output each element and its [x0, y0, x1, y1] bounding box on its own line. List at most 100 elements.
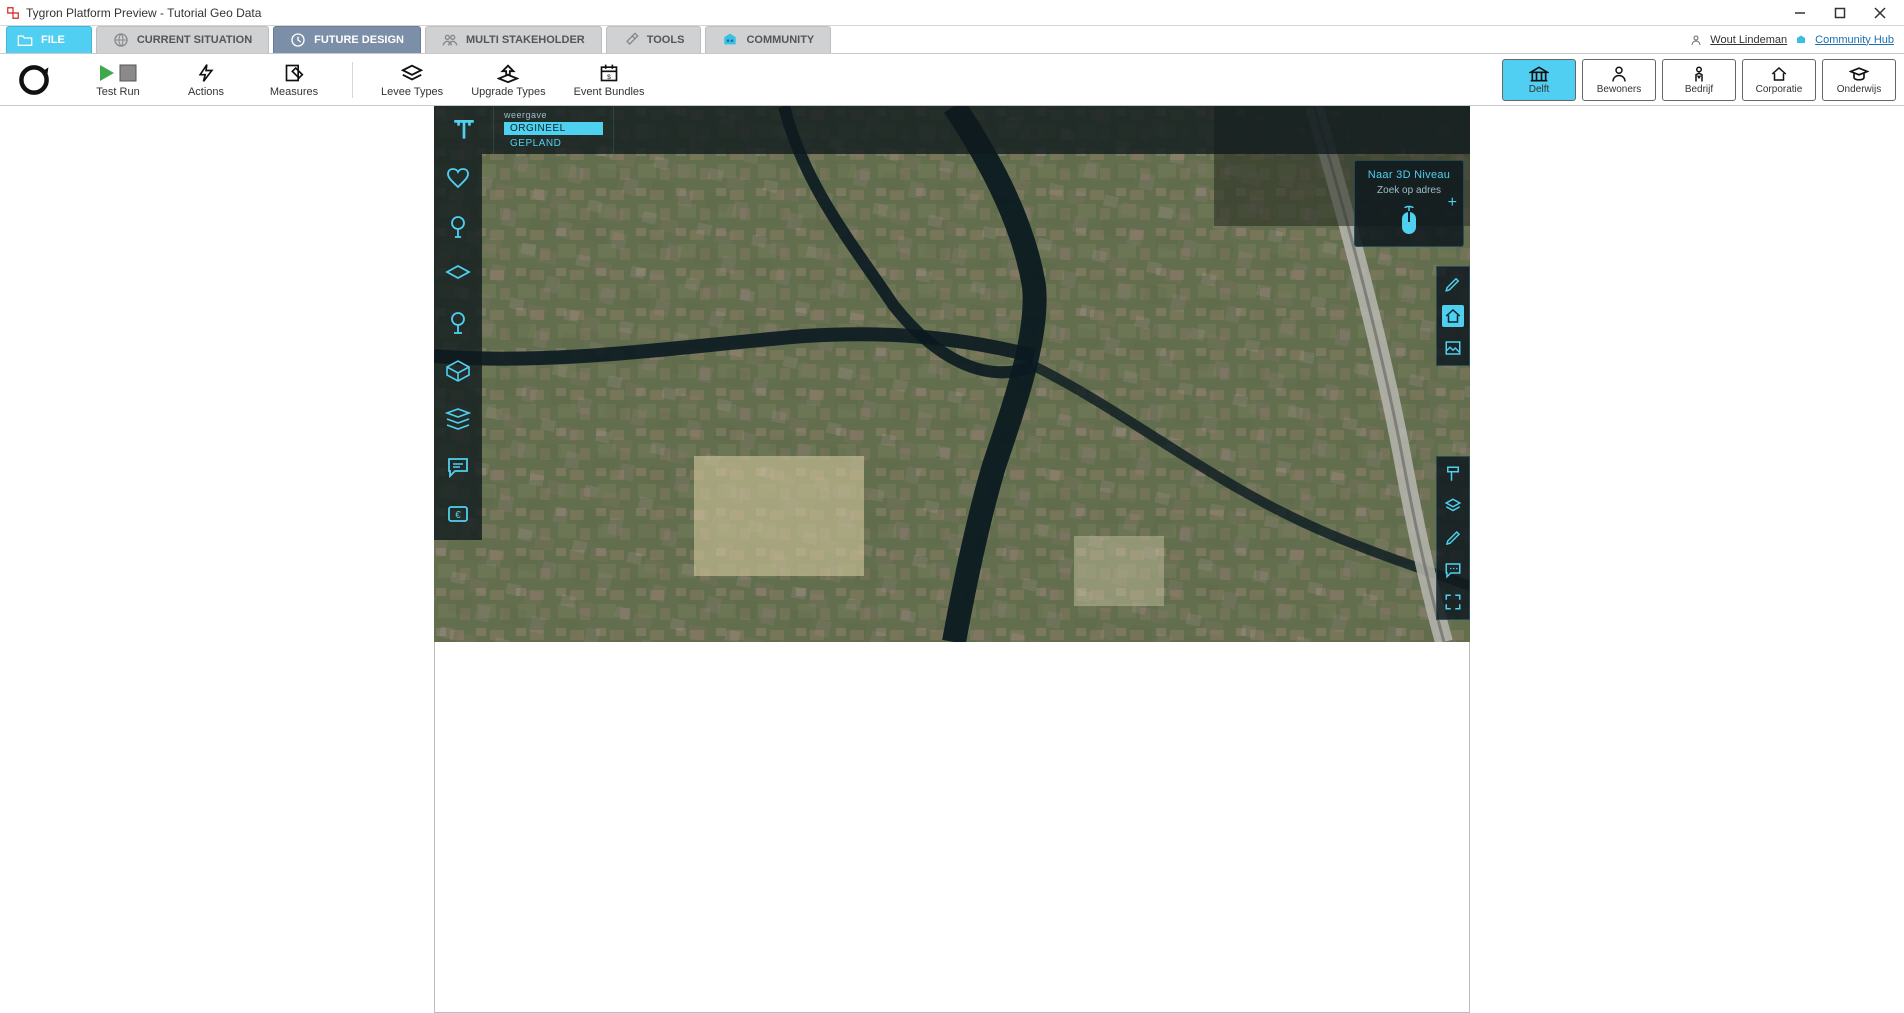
map-left-toolbar: € [434, 154, 482, 540]
heart-icon[interactable] [443, 164, 473, 194]
stakeholder-bewoners[interactable]: Bewoners [1582, 59, 1656, 101]
tab-tools[interactable]: TOOLS [606, 26, 702, 53]
leveetypes-label: Levee Types [381, 86, 443, 98]
maximize-button[interactable] [1820, 0, 1860, 26]
separator [352, 62, 353, 98]
tab-future-design[interactable]: FUTURE DESIGN [273, 26, 421, 53]
person-icon [1610, 65, 1628, 83]
stakeholder-onderwijs[interactable]: Onderwijs [1822, 59, 1896, 101]
upgradetypes-label: Upgrade Types [471, 86, 545, 98]
tab-multi-label: MULTI STAKEHOLDER [466, 34, 585, 46]
comment-tool-icon[interactable] [1442, 559, 1464, 581]
actions-label: Actions [188, 86, 224, 98]
tab-future-label: FUTURE DESIGN [314, 34, 404, 46]
satellite-map-icon [434, 106, 1470, 642]
map-view[interactable]: weergave ORGINEEL GEPLAND € [434, 106, 1470, 642]
tab-community-label: COMMUNITY [746, 34, 814, 46]
app-round-logo-icon: a [16, 62, 52, 98]
tree2-icon[interactable] [443, 308, 473, 338]
eventbundles-group[interactable]: $ Event Bundles [574, 62, 645, 98]
calendar-icon: $ [599, 62, 619, 84]
stakeholder-onderwijs-label: Onderwijs [1837, 84, 1881, 95]
user-name-link[interactable]: Wout Lindeman [1710, 34, 1787, 46]
ribbon-panel: a Test Run Actions Measures Levee Types [0, 54, 1904, 106]
view-planned-button[interactable]: GEPLAND [504, 137, 603, 150]
titlebar: Tygron Platform Preview - Tutorial Geo D… [0, 0, 1904, 26]
tab-multi-stakeholder[interactable]: MULTI STAKEHOLDER [425, 26, 602, 53]
weergave-label: weergave [504, 110, 603, 120]
plane-icon[interactable] [443, 260, 473, 290]
tab-community[interactable]: COMMUNITY [705, 26, 831, 53]
stack-icon[interactable] [443, 404, 473, 434]
workspace: weergave ORGINEEL GEPLAND € [0, 106, 1904, 1013]
svg-text:€: € [455, 510, 461, 521]
clock-icon [290, 32, 306, 48]
business-icon [1690, 65, 1708, 83]
svg-text:$: $ [607, 73, 611, 80]
upgrade-icon [497, 62, 519, 84]
measures-label: Measures [270, 86, 318, 98]
stakeholder-corporatie[interactable]: Corporatie [1742, 59, 1816, 101]
edit-note-icon [284, 62, 304, 84]
image-tool-icon[interactable] [1442, 337, 1464, 359]
stakeholder-bedrijf-label: Bedrijf [1685, 84, 1713, 95]
lower-panel [434, 642, 1470, 1013]
stakeholder-delft-label: Delft [1529, 84, 1550, 95]
layers-icon [401, 62, 423, 84]
pencil-icon[interactable] [1442, 273, 1464, 295]
stakeholder-bedrijf[interactable]: Bedrijf [1662, 59, 1736, 101]
brush-icon[interactable] [1442, 463, 1464, 485]
upgradetypes-group[interactable]: Upgrade Types [471, 62, 545, 98]
eventbundles-label: Event Bundles [574, 86, 645, 98]
layers-tool-icon[interactable] [1442, 495, 1464, 517]
map-floating-panel: Naar 3D Niveau Zoek op adres + [1354, 160, 1464, 247]
tab-tools-label: TOOLS [647, 34, 685, 46]
community-small-icon [1795, 34, 1807, 46]
community-icon [722, 32, 738, 48]
house-icon [1770, 65, 1788, 83]
user-icon [1690, 34, 1702, 46]
fullscreen-tool-icon[interactable] [1442, 591, 1464, 613]
ribbon-user-area: Wout Lindeman Community Hub [1690, 26, 1904, 53]
leveetypes-group[interactable]: Levee Types [381, 62, 443, 98]
map-right-toolbar-lower [1436, 456, 1470, 620]
view-original-button[interactable]: ORGINEEL [504, 122, 603, 135]
app-logo-icon [6, 6, 20, 20]
tab-file[interactable]: FILE [6, 26, 92, 53]
tab-current-situation[interactable]: CURRENT SITUATION [96, 26, 269, 53]
map-t-logo-icon[interactable] [434, 106, 494, 154]
map-right-toolbar-upper [1436, 266, 1470, 366]
measures-group[interactable]: Measures [264, 62, 324, 98]
people-icon [442, 32, 458, 48]
search-address-button[interactable]: Zoek op adres [1377, 185, 1441, 196]
stakeholder-delft[interactable]: Delft [1502, 59, 1576, 101]
home-tool-icon[interactable] [1442, 305, 1464, 327]
chat-icon[interactable] [443, 452, 473, 482]
testrun-group[interactable]: Test Run [88, 62, 148, 98]
cube-icon[interactable] [443, 356, 473, 386]
graduation-icon [1849, 65, 1869, 83]
tab-current-label: CURRENT SITUATION [137, 34, 252, 46]
svg-text:a: a [30, 74, 38, 88]
pen-tool-icon[interactable] [1442, 527, 1464, 549]
wrench-icon [623, 32, 639, 48]
minimize-button[interactable] [1780, 0, 1820, 26]
community-hub-link[interactable]: Community Hub [1815, 34, 1894, 46]
to-3d-button[interactable]: Naar 3D Niveau [1368, 169, 1450, 181]
map-topbar: weergave ORGINEEL GEPLAND [434, 106, 1470, 154]
bank-icon [1529, 65, 1549, 83]
mouse-icon [1396, 204, 1422, 236]
close-button[interactable] [1860, 0, 1900, 26]
window-title: Tygron Platform Preview - Tutorial Geo D… [26, 6, 261, 20]
testrun-label: Test Run [96, 86, 139, 98]
globe-icon [113, 32, 129, 48]
stakeholder-buttons: Delft Bewoners Bedrijf Corporatie Onderw… [1502, 59, 1896, 101]
stakeholder-corporatie-label: Corporatie [1756, 84, 1803, 95]
play-icon [100, 65, 114, 81]
stakeholder-bewoners-label: Bewoners [1597, 84, 1641, 95]
money-icon[interactable]: € [443, 500, 473, 530]
folder-icon [17, 32, 33, 48]
add-icon[interactable]: + [1448, 194, 1457, 212]
tree-icon[interactable] [443, 212, 473, 242]
actions-group[interactable]: Actions [176, 62, 236, 98]
